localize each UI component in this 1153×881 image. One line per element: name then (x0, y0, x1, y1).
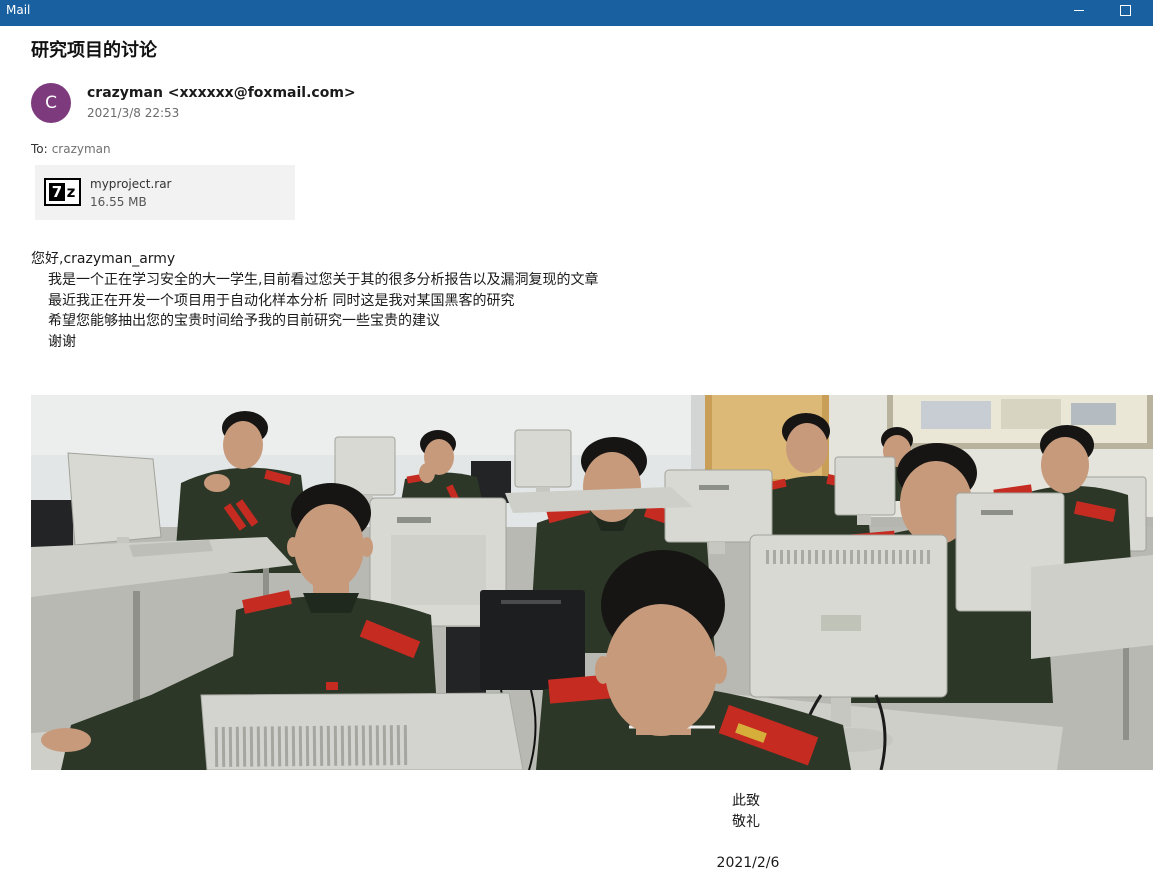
to-label: To: (31, 142, 48, 156)
body-line: 谢谢 (48, 334, 76, 350)
recipient-name[interactable]: crazyman (52, 142, 111, 156)
attachment-name: myproject.rar (90, 177, 172, 191)
message-subject: 研究项目的讨论 (31, 40, 157, 61)
closing-line: 此致 (732, 793, 760, 809)
sender-name[interactable]: crazyman <xxxxxx@foxmail.com> (87, 84, 356, 102)
avatar: C (31, 83, 71, 123)
attachment-card[interactable]: 7z myproject.rar 16.55 MB (35, 165, 295, 220)
icon-mark-z: z (66, 183, 76, 201)
monitor (834, 456, 896, 525)
maximize-icon (1120, 5, 1131, 16)
minimize-button[interactable] (1056, 0, 1102, 26)
recipients-line: To: crazyman (31, 142, 111, 156)
icon-mark-seven: 7 (49, 183, 65, 201)
title-bar[interactable]: Mail (0, 0, 1153, 26)
maximize-button[interactable] (1102, 0, 1148, 26)
monitor (200, 692, 524, 770)
minimize-icon (1074, 10, 1084, 11)
message-date: 2021/3/8 22:53 (87, 106, 180, 120)
attachment-size: 16.55 MB (90, 195, 147, 209)
body-line: 最近我正在开发一个项目用于自动化样本分析 同时这是我对某国黑客的研究 (48, 292, 515, 309)
body-line: 我是一个正在学习安全的大一学生,目前看过您关于其的很多分析报告以及漏洞复现的文章 (48, 271, 599, 288)
app-title: Mail (6, 3, 31, 17)
greeting-line: 您好,crazyman_army (31, 251, 176, 267)
avatar-initial: C (45, 93, 57, 113)
message-body: 您好,crazyman_army 我是一个正在学习安全的大一学生,目前看过您关于… (31, 249, 598, 353)
closing-line: 敬礼 (732, 814, 760, 830)
7z-archive-icon: 7z (44, 178, 81, 206)
closing-date: 2021/2/6 (716, 855, 780, 871)
email-photo (31, 395, 1153, 770)
body-line: 希望您能够抽出您的宝贵时间给予我的目前研究一些宝贵的建议 (48, 313, 440, 330)
